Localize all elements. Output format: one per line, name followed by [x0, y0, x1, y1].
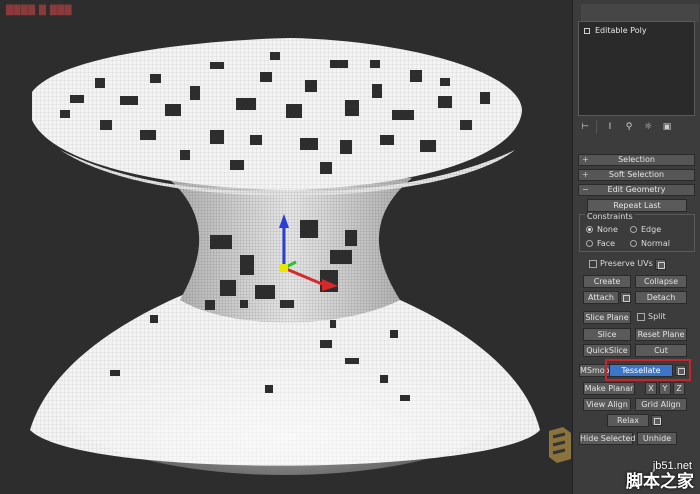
show-end-result-icon[interactable]: I — [602, 120, 618, 134]
stack-item-label: Editable Poly — [595, 26, 647, 35]
planar-x-button[interactable]: X — [645, 382, 657, 395]
command-panel: Editable Poly ⊢ I ⚲ ☼ ▣ + Selection + So… — [572, 0, 700, 494]
make-unique-icon[interactable]: ⚲ — [621, 120, 637, 134]
cut-button[interactable]: Cut — [635, 344, 687, 357]
preserve-uvs-label: Preserve UVs — [600, 259, 653, 268]
pin-stack-icon[interactable]: ⊢ — [577, 120, 593, 134]
make-planar-button[interactable]: Make Planar — [583, 382, 635, 395]
stack-item-editable-poly[interactable]: Editable Poly — [581, 25, 692, 37]
grid-align-button[interactable]: Grid Align — [635, 398, 687, 411]
rollout-selection[interactable]: + Selection — [578, 154, 695, 166]
attach-button[interactable]: Attach — [583, 291, 619, 304]
configure-sets-icon[interactable]: ▣ — [659, 120, 675, 134]
quickslice-button[interactable]: QuickSlice — [583, 344, 631, 357]
collapse-button[interactable]: Collapse — [635, 275, 687, 288]
split-label: Split — [648, 312, 666, 321]
constraint-edge-label: Edge — [641, 225, 662, 234]
relax-button[interactable]: Relax — [607, 414, 649, 427]
watermark-cn: 脚本之家 — [626, 472, 694, 492]
perspective-viewport[interactable]: ████ █ ███ — [0, 0, 572, 494]
constraint-edge-radio[interactable] — [630, 226, 637, 233]
planar-y-button[interactable]: Y — [659, 382, 671, 395]
constraint-none-label: None — [597, 225, 618, 234]
remove-modifier-icon[interactable]: ☼ — [640, 120, 656, 134]
constraint-face-label: Face — [597, 239, 616, 248]
constraint-face-radio[interactable] — [586, 240, 593, 247]
unhide-button[interactable]: Unhide — [637, 432, 677, 445]
minus-icon: − — [582, 185, 589, 194]
constraints-label: Constraints — [585, 212, 635, 222]
reset-plane-button[interactable]: Reset Plane — [635, 328, 687, 341]
hide-selected-button[interactable]: Hide Selected — [579, 432, 635, 445]
viewport-label[interactable]: ████ █ ███ — [6, 6, 72, 16]
rollout-edit-geometry[interactable]: − Edit Geometry — [578, 184, 695, 196]
create-button[interactable]: Create — [583, 275, 631, 288]
slice-plane-button[interactable]: Slice Plane — [583, 311, 631, 324]
detach-button[interactable]: Detach — [635, 291, 687, 304]
modifier-stack[interactable]: Editable Poly — [578, 21, 695, 116]
watermark-logo — [549, 427, 571, 463]
object-name-field[interactable] — [581, 4, 699, 22]
attach-settings-button[interactable] — [620, 292, 631, 303]
constraint-normal-radio[interactable] — [630, 240, 637, 247]
plus-icon: + — [582, 170, 589, 179]
preserve-uvs-checkbox[interactable] — [589, 260, 597, 268]
tessellated-vase-mesh — [30, 38, 540, 475]
planar-z-button[interactable]: Z — [673, 382, 685, 395]
view-align-button[interactable]: View Align — [583, 398, 631, 411]
tessellate-highlight-box — [605, 359, 691, 381]
expand-toggle-icon[interactable] — [584, 28, 590, 34]
constraint-normal-label: Normal — [641, 239, 670, 248]
relax-settings-button[interactable] — [651, 415, 662, 426]
stack-toolbar: ⊢ I ⚲ ☼ ▣ — [577, 120, 697, 134]
split-checkbox[interactable] — [637, 313, 645, 321]
vase-rim — [32, 38, 522, 190]
constraint-none-radio[interactable] — [586, 226, 593, 233]
toolbar-divider — [596, 120, 600, 134]
repeat-last-button[interactable]: Repeat Last — [587, 199, 687, 212]
slice-button[interactable]: Slice — [583, 328, 631, 341]
preserve-uvs-settings-button[interactable] — [655, 259, 666, 270]
plus-icon: + — [582, 155, 589, 164]
rollout-soft-selection[interactable]: + Soft Selection — [578, 169, 695, 181]
